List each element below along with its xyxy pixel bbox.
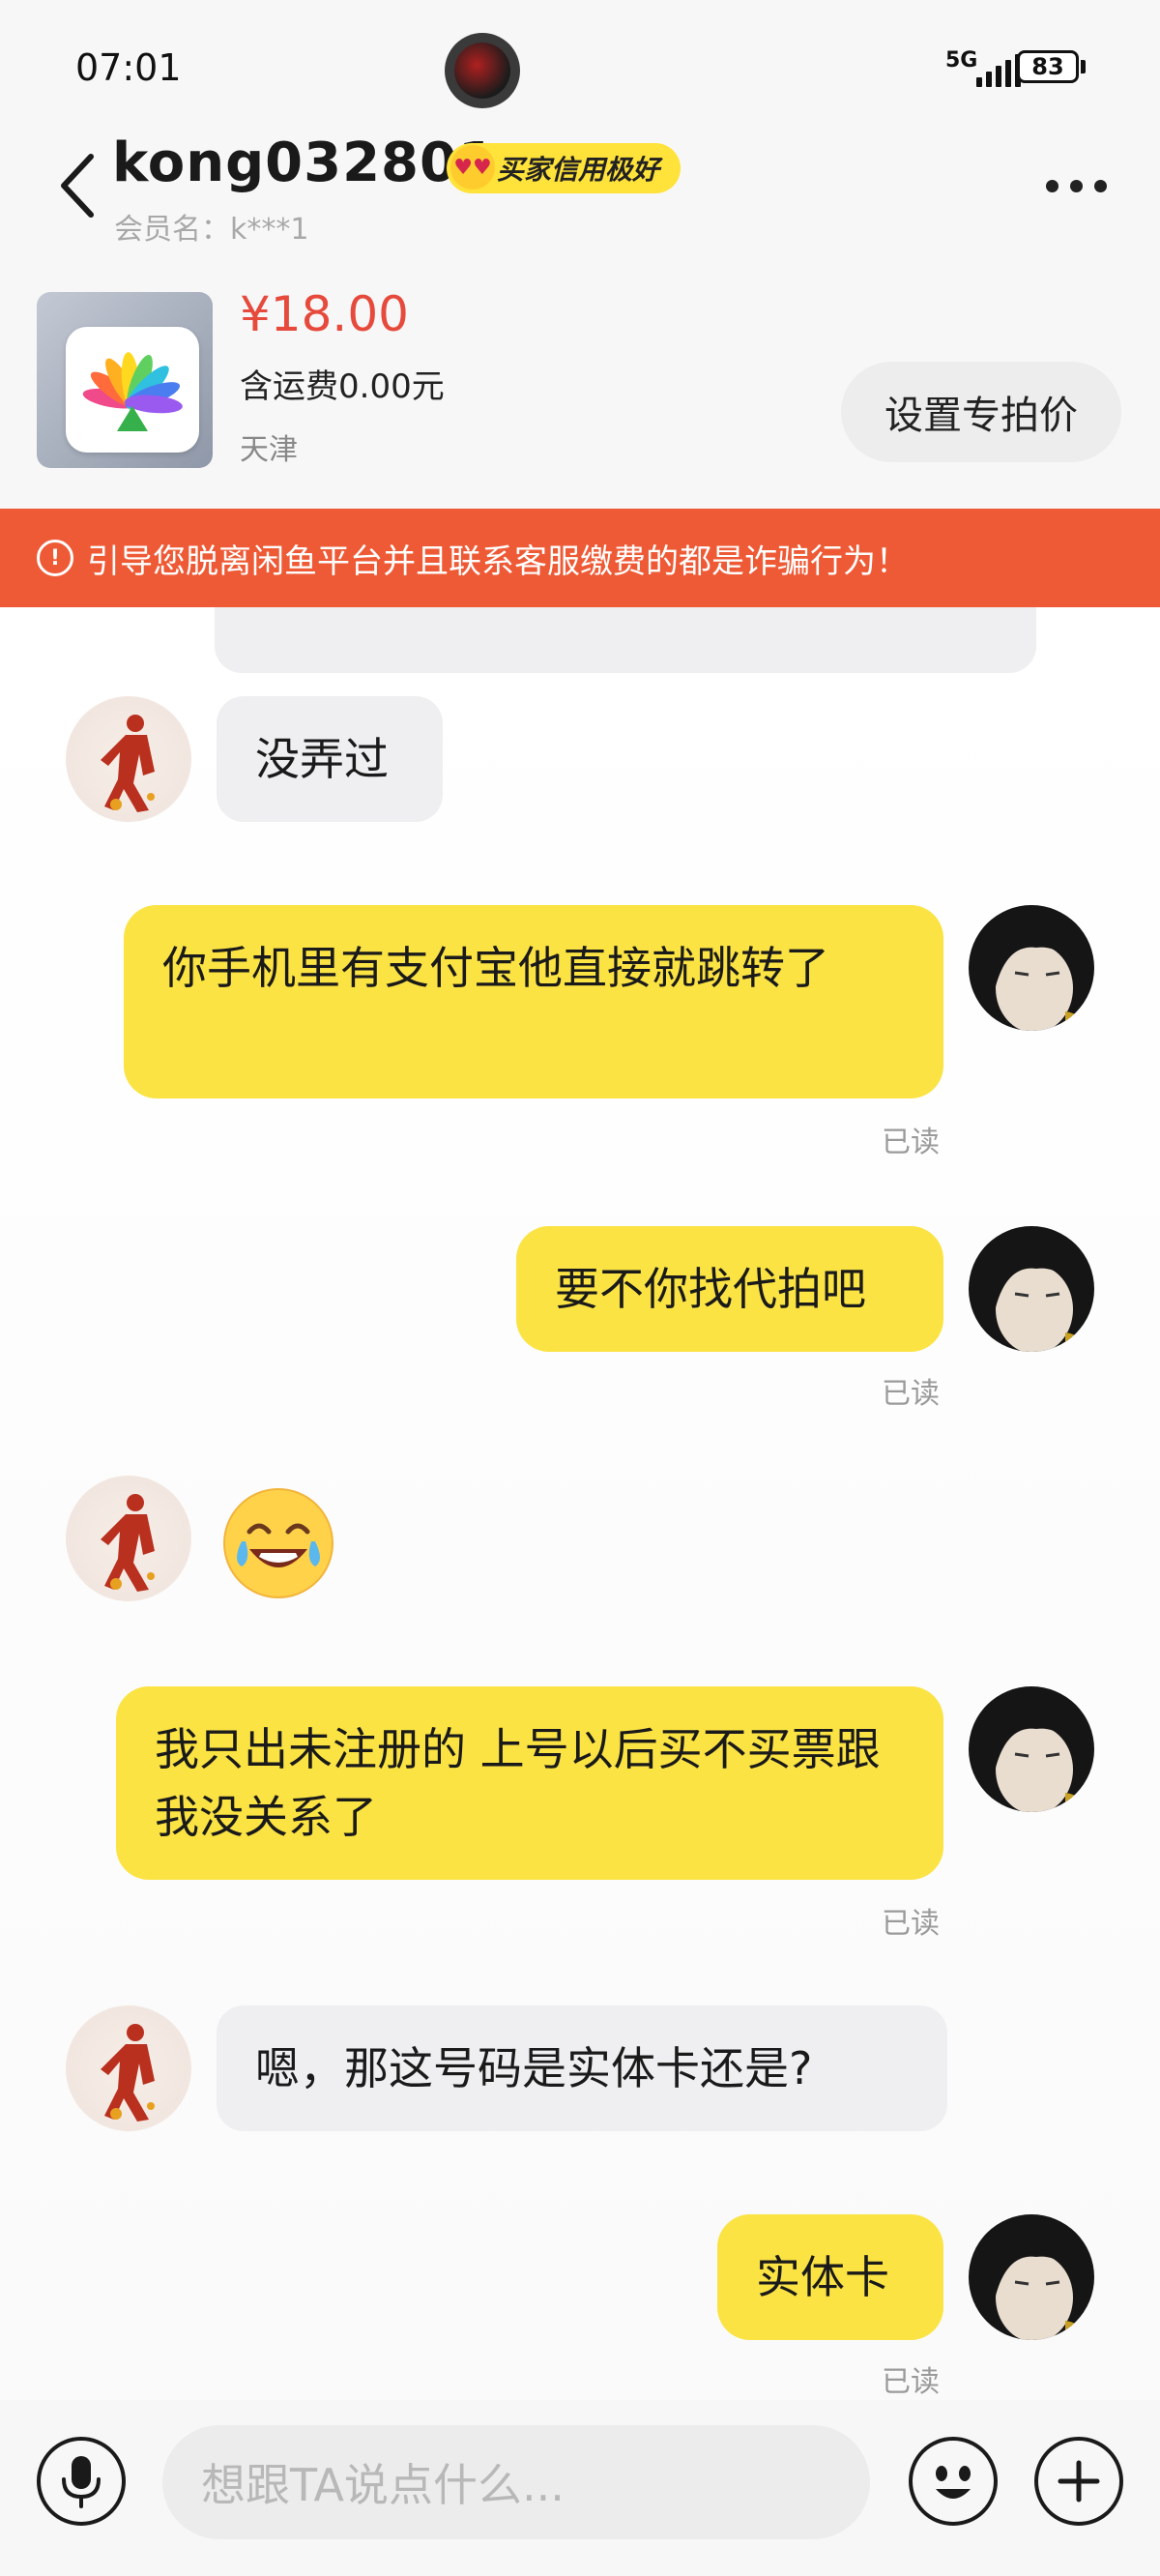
battery-level: 83 bbox=[1031, 53, 1064, 80]
read-status: 已读 bbox=[882, 1126, 940, 1159]
network-type: 5G bbox=[945, 48, 978, 73]
heart-eyes-icon: ♥♥ bbox=[450, 145, 495, 190]
my-avatar[interactable] bbox=[969, 1686, 1094, 1812]
my-avatar[interactable] bbox=[969, 905, 1094, 1031]
warning-text: 引导您脱离闲鱼平台并且联系客服缴费的都是诈骗行为！ bbox=[87, 542, 909, 581]
my-avatar[interactable] bbox=[969, 2214, 1094, 2340]
product-location: 天津 bbox=[240, 433, 298, 467]
plus-icon[interactable] bbox=[1034, 2437, 1123, 2526]
read-status: 已读 bbox=[882, 2365, 940, 2399]
read-status: 已读 bbox=[882, 1377, 940, 1411]
product-image[interactable] bbox=[37, 292, 213, 468]
credit-badge-label: 买家信用极好 bbox=[497, 154, 660, 186]
product-price: ¥18.00 bbox=[240, 286, 409, 342]
message-bubble[interactable]: 我只出未注册的 上号以后买不买票跟我没关系了 bbox=[116, 1686, 943, 1880]
member-name: 会员名：k***1 bbox=[114, 213, 309, 247]
status-time: 07:01 bbox=[75, 46, 182, 89]
battery-cap bbox=[1081, 60, 1086, 73]
chevron-left-icon[interactable] bbox=[56, 153, 99, 219]
more-dots-icon[interactable] bbox=[1046, 180, 1107, 192]
message-bubble[interactable]: 你手机里有支付宝他直接就跳转了 bbox=[124, 905, 943, 1098]
smiley-icon[interactable] bbox=[909, 2437, 998, 2526]
shipping-info: 含运费0.00元 bbox=[240, 367, 445, 406]
laughing-tears-emoji[interactable] bbox=[220, 1485, 336, 1601]
fraud-warning-banner: ! 引导您脱离闲鱼平台并且联系客服缴费的都是诈骗行为！ bbox=[0, 509, 1160, 607]
other-avatar[interactable] bbox=[66, 2005, 191, 2131]
message-bubble[interactable]: 实体卡 bbox=[717, 2214, 943, 2340]
message-bubble[interactable]: 没弄过 bbox=[217, 696, 443, 822]
my-avatar[interactable] bbox=[969, 1226, 1094, 1352]
other-avatar[interactable] bbox=[66, 1476, 191, 1601]
other-avatar[interactable] bbox=[66, 696, 191, 822]
message-bubble[interactable]: 嗯，那这号码是实体卡还是? bbox=[217, 2005, 947, 2131]
notification-app-icon bbox=[445, 33, 520, 108]
credit-badge: ♥♥ 买家信用极好 bbox=[447, 143, 682, 193]
set-special-price-button[interactable]: 设置专拍价 bbox=[841, 362, 1121, 462]
message-input[interactable]: 想跟TA说点什么... bbox=[162, 2425, 870, 2539]
microphone-icon[interactable] bbox=[37, 2437, 126, 2526]
seller-name[interactable]: kong032801 bbox=[112, 132, 497, 194]
message-bubble[interactable]: 要不你找代拍吧 bbox=[516, 1226, 943, 1352]
partial-message-bubble bbox=[215, 607, 1036, 673]
message-input-placeholder: 想跟TA说点什么... bbox=[201, 2459, 565, 2511]
read-status: 已读 bbox=[882, 1907, 940, 1941]
signal-icon bbox=[976, 54, 1021, 87]
chat-message-list[interactable]: 没弄过 你手机里有支付宝他直接就跳转了 已读 要不你找代拍吧 已读 😂 我只出未… bbox=[0, 607, 1160, 2400]
app-logo-icon bbox=[82, 352, 183, 431]
battery-icon: 83 bbox=[1017, 50, 1079, 83]
exclamation-circle-icon: ! bbox=[37, 540, 73, 576]
